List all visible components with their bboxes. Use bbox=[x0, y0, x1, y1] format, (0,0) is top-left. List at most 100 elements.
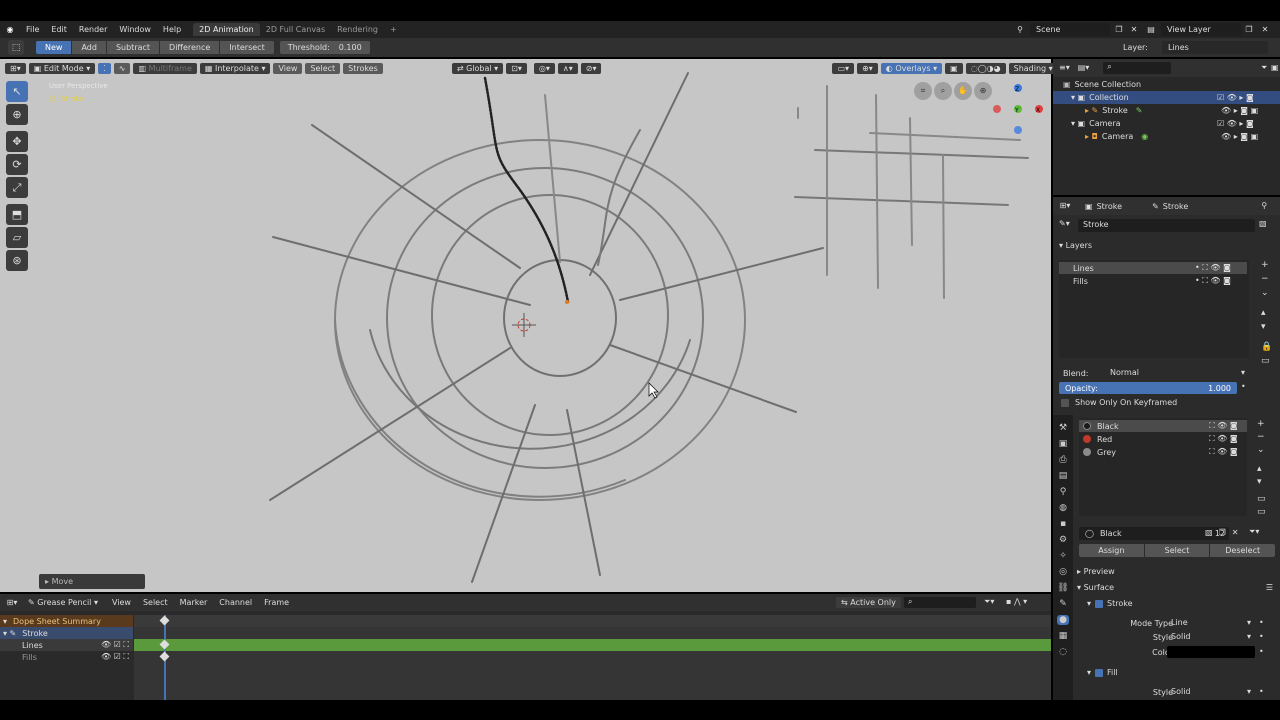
material-flags-icons[interactable]: ⛶ 👁 ◙ bbox=[1209, 434, 1238, 444]
move-layer-down-icon[interactable]: ▾ bbox=[1261, 322, 1272, 332]
editor-type-icon[interactable]: ⊞▾ bbox=[5, 62, 26, 74]
grease-pencil-mode[interactable]: ✎ Grease Pencil ▾ bbox=[28, 598, 98, 607]
show-keyframed-checkbox[interactable]: Show Only On Keyframed bbox=[1061, 398, 1177, 407]
move-material-up-icon[interactable]: ▴ bbox=[1257, 464, 1266, 474]
material-flags-icons[interactable]: ⛶ 👁 ◙ bbox=[1209, 447, 1238, 457]
channel-dope-sheet-summary[interactable]: ▾ Dope Sheet Summary bbox=[0, 615, 133, 627]
new-collection-icon[interactable]: ▣ bbox=[1269, 62, 1280, 74]
mode-type-selector[interactable]: Line ▾ bbox=[1167, 617, 1255, 629]
pivot-icon[interactable]: ⊡▾ bbox=[506, 62, 527, 74]
add-layer-icon[interactable]: + bbox=[1261, 260, 1272, 270]
wireframe-icon[interactable]: ◌◯◑◕ bbox=[965, 62, 1006, 74]
delete-scene-icon[interactable]: ✕ bbox=[1128, 24, 1140, 36]
snap-icon[interactable]: ⊘▾ bbox=[580, 62, 602, 74]
layer-flags-icons[interactable]: • ⛶ 👁 ◙ bbox=[1195, 276, 1231, 286]
select-points-icon[interactable]: ⁚ bbox=[98, 62, 111, 74]
outliner-row-camera-collection[interactable]: ▾ ▣ Camera ☑ 👁 ▸ ◙ bbox=[1053, 117, 1280, 130]
outliner-row-collection[interactable]: ▾ ▣ Collection ☑ 👁 ▸ ◙ bbox=[1053, 91, 1280, 104]
normalize-icon[interactable]: ▪ ⋀ ▾ bbox=[1006, 597, 1027, 606]
layers-panel-header[interactable]: ▾ Layers bbox=[1059, 241, 1092, 250]
view-object-types-icon[interactable]: ▭▾ bbox=[832, 62, 855, 74]
keyframe-dot-icon[interactable]: • bbox=[1259, 618, 1264, 627]
mode-difference-button[interactable]: Difference bbox=[160, 41, 220, 54]
falloff-icon[interactable]: ∧▾ bbox=[557, 62, 578, 74]
scene-selector[interactable]: Scene bbox=[1030, 23, 1110, 36]
menu-channel[interactable]: Channel bbox=[213, 598, 258, 607]
3d-viewport[interactable]: User Perspective (1) Stroke ⌗ ⌕ ✋ ⊕ Y Z … bbox=[0, 59, 1051, 592]
channel-stroke[interactable]: ▾ ✎ Stroke bbox=[0, 627, 133, 639]
orientation-selector[interactable]: ⇄ Global ▾ bbox=[451, 62, 504, 74]
world-tab-icon[interactable]: ◍ bbox=[1059, 503, 1067, 513]
extra-tab-icon[interactable]: ◌ bbox=[1059, 647, 1067, 657]
keyframe-diamond[interactable] bbox=[159, 651, 170, 662]
menu-help[interactable]: Help bbox=[157, 25, 187, 34]
select-tool-icon[interactable]: ↖ bbox=[6, 81, 28, 102]
fill-subpanel-header[interactable]: ▾ Fill bbox=[1087, 668, 1118, 677]
shading-button[interactable]: Shading ▾ bbox=[1008, 62, 1058, 74]
preview-panel-header[interactable]: ▸ Preview bbox=[1077, 567, 1115, 576]
select-stroke-icon[interactable]: ∿ bbox=[113, 62, 131, 74]
display-mode-icon[interactable]: ▤▾ bbox=[1078, 62, 1090, 74]
list-icon[interactable]: ☰ bbox=[1266, 583, 1273, 592]
move-tool-icon[interactable]: ✥ bbox=[6, 131, 28, 152]
channel-flags-icons[interactable]: 👁 ☑ ⛶ bbox=[101, 652, 129, 662]
menu-strokes[interactable]: Strokes bbox=[343, 62, 383, 74]
pin-icon[interactable]: ⚲ bbox=[1258, 200, 1270, 212]
menu-file[interactable]: File bbox=[20, 25, 45, 34]
effects-tab-icon[interactable]: ✧ bbox=[1059, 551, 1067, 561]
stroke-enabled-checkbox[interactable] bbox=[1095, 599, 1104, 608]
object-tab-icon[interactable]: ▪ bbox=[1060, 519, 1066, 529]
visibility-icons[interactable]: ☑ 👁 ▸ ◙ bbox=[1217, 119, 1254, 128]
delete-view-layer-icon[interactable]: ✕ bbox=[1259, 24, 1271, 36]
material-flags-icons[interactable]: ⛶ 👁 ◙ bbox=[1209, 421, 1238, 431]
remove-layer-icon[interactable]: − bbox=[1261, 274, 1272, 284]
view-layer-tab-icon[interactable]: ▤ bbox=[1059, 471, 1068, 481]
channel-fills[interactable]: Fills 👁 ☑ ⛶ bbox=[0, 651, 133, 663]
tab-2d-full-canvas[interactable]: 2D Full Canvas bbox=[260, 23, 331, 36]
stroke-subpanel-header[interactable]: ▾ Stroke bbox=[1087, 599, 1133, 608]
output-tab-icon[interactable]: ⎙ bbox=[1059, 455, 1066, 465]
properties-editor-icon[interactable]: ⊞▾ bbox=[1059, 200, 1071, 212]
outliner-editor-icon[interactable]: ≡▾ bbox=[1059, 62, 1070, 74]
duplicate-material-icon[interactable]: ❐ bbox=[1219, 528, 1226, 537]
lock-icon[interactable]: 🔒 bbox=[1261, 342, 1272, 352]
tab-rendering[interactable]: Rendering bbox=[331, 23, 384, 36]
menu-view[interactable]: View bbox=[273, 62, 303, 74]
camera-view-icon[interactable]: ⌗ bbox=[914, 82, 932, 100]
blender-logo-icon[interactable]: ◉ bbox=[4, 24, 16, 36]
menu-select[interactable]: Select bbox=[137, 598, 174, 607]
tab-2d-animation[interactable]: 2D Animation bbox=[193, 23, 260, 36]
channel-flags-icons[interactable]: 👁 ☑ ⛶ bbox=[101, 640, 129, 650]
shear-tool-icon[interactable]: ▱ bbox=[6, 227, 28, 248]
onion-icon[interactable]: ▭ bbox=[1261, 356, 1272, 366]
last-operator-panel[interactable]: ▸ Move bbox=[39, 574, 145, 589]
scale-tool-icon[interactable]: ⤢ bbox=[6, 177, 28, 198]
tool-tab-icon[interactable]: ⚒ bbox=[1059, 423, 1067, 433]
active-only-toggle[interactable]: ⇆ Active Only bbox=[836, 597, 901, 608]
overlays-button[interactable]: ◐ Overlays ▾ bbox=[880, 62, 943, 74]
material-row-grey[interactable]: Grey ⛶ 👁 ◙ bbox=[1079, 446, 1247, 458]
visibility-icons[interactable]: ☑ 👁 ▸ ◙ bbox=[1217, 93, 1254, 102]
render-tab-icon[interactable]: ▣ bbox=[1059, 439, 1068, 449]
mode-subtract-button[interactable]: Subtract bbox=[106, 41, 160, 54]
select-button[interactable]: Select bbox=[1144, 544, 1210, 557]
outliner-row-scene-collection[interactable]: ▣ Scene Collection bbox=[1053, 78, 1280, 91]
layer-flags-icons[interactable]: • ⛶ 👁 ◙ bbox=[1195, 263, 1231, 273]
layer-specials-icon[interactable]: ⌄ bbox=[1261, 288, 1272, 298]
zoom-icon[interactable]: ⌕ bbox=[934, 82, 952, 100]
rotate-tool-icon[interactable]: ⟳ bbox=[6, 154, 28, 175]
filter-icon[interactable]: ⏷ bbox=[1259, 62, 1270, 74]
mode-new-button[interactable]: New bbox=[36, 41, 72, 54]
multiframe-button[interactable]: ▥ Multiframe bbox=[133, 62, 197, 74]
layer-row-lines[interactable]: Lines • ⛶ 👁 ◙ bbox=[1059, 262, 1247, 274]
physics-tab-icon[interactable]: ◎ bbox=[1059, 567, 1067, 577]
unlink-material-icon[interactable]: ✕ bbox=[1232, 528, 1239, 537]
keyframe-dot-icon[interactable]: • bbox=[1241, 382, 1246, 391]
fake-user-icon[interactable]: ▧ bbox=[1259, 219, 1267, 228]
cursor-tool-icon[interactable]: ⊕ bbox=[6, 104, 28, 125]
new-scene-icon[interactable]: ❐ bbox=[1113, 24, 1125, 36]
keyframe-dot-icon[interactable]: • bbox=[1259, 647, 1264, 656]
opacity-slider[interactable]: Opacity: 1.000 bbox=[1059, 382, 1237, 394]
new-view-layer-icon[interactable]: ❐ bbox=[1243, 24, 1255, 36]
material-row-red[interactable]: Red ⛶ 👁 ◙ bbox=[1079, 433, 1247, 445]
